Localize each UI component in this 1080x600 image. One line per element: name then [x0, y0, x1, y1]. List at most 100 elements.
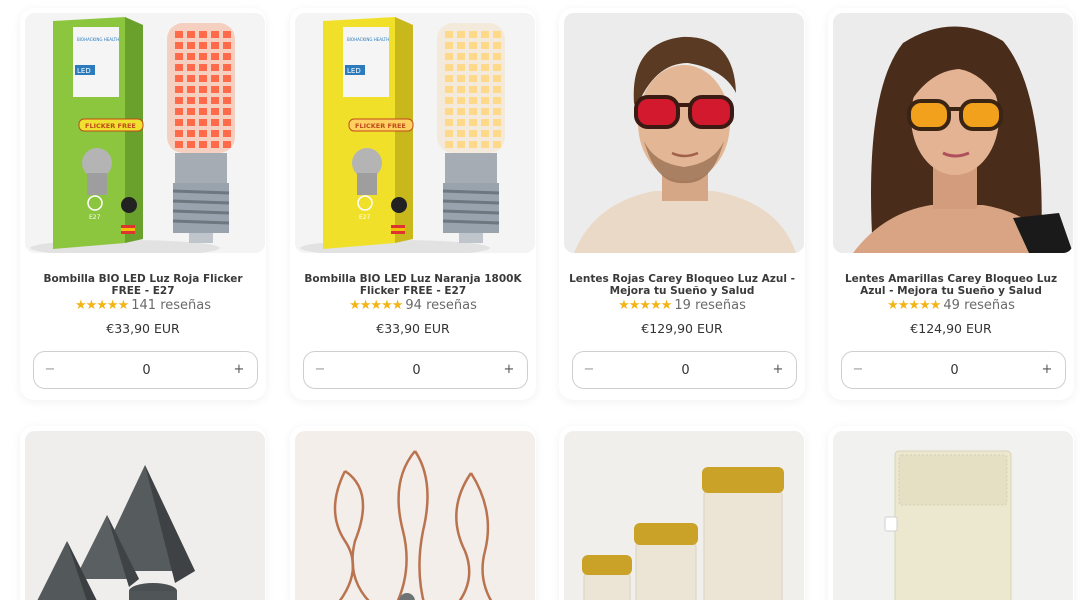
led-chip: [493, 97, 501, 104]
quantity-input[interactable]: [74, 358, 219, 382]
product-image-red-bulb[interactable]: LED BIOHACKING HEALTH FLICKER FREE E27: [25, 13, 265, 253]
led-chip: [445, 97, 453, 104]
led-chip: [211, 64, 219, 71]
increase-quantity-button[interactable]: +: [229, 362, 249, 377]
led-chip: [469, 53, 477, 60]
quantity-stepper[interactable]: − +: [841, 351, 1066, 389]
led-chip: [469, 42, 477, 49]
led-chip: [493, 75, 501, 82]
decrease-quantity-button[interactable]: −: [579, 362, 599, 377]
product-image-orange-bulb[interactable]: LED BIOHACKING HEALTH FLICKER FREE E27: [295, 13, 535, 253]
led-chip: [469, 64, 477, 71]
quantity-input[interactable]: [882, 358, 1027, 382]
product-title[interactable]: Lentes Amarillas Carey Bloqueo Luz Azul …: [838, 273, 1064, 297]
led-chip: [223, 141, 231, 148]
product-image-jars[interactable]: [564, 431, 804, 600]
led-chip: [199, 108, 207, 115]
led-chip: [175, 97, 183, 104]
led-chip: [469, 97, 477, 104]
led-chip: [481, 42, 489, 49]
led-chip: [457, 97, 465, 104]
increase-quantity-button[interactable]: +: [768, 362, 788, 377]
quantity-stepper[interactable]: − +: [303, 351, 528, 389]
led-chip: [481, 97, 489, 104]
led-chip: [223, 130, 231, 137]
product-title[interactable]: Bombilla BIO LED Luz Roja Flicker FREE -…: [30, 273, 256, 297]
led-chip: [175, 119, 183, 126]
product-card[interactable]: Lentes Rojas Carey Bloqueo Luz Azul - Me…: [559, 8, 805, 400]
led-chip: [469, 86, 477, 93]
led-chip: [481, 75, 489, 82]
led-chip: [457, 75, 465, 82]
product-card[interactable]: LED BIOHACKING HEALTH FLICKER FREE E27 B…: [290, 8, 536, 400]
decrease-quantity-button[interactable]: −: [310, 362, 330, 377]
quantity-input[interactable]: [344, 358, 489, 382]
led-chip: [199, 31, 207, 38]
box-flicker-text: FLICKER FREE: [85, 122, 136, 130]
led-chip: [457, 42, 465, 49]
led-chip: [445, 42, 453, 49]
led-chip: [175, 53, 183, 60]
product-image-cords[interactable]: [295, 431, 535, 600]
product-image-yellow-glasses-woman[interactable]: [833, 13, 1073, 253]
quantity-stepper[interactable]: − +: [33, 351, 258, 389]
decrease-quantity-button[interactable]: −: [40, 362, 60, 377]
product-title[interactable]: Bombilla BIO LED Luz Naranja 1800K Flick…: [300, 273, 526, 297]
product-card[interactable]: [828, 426, 1074, 600]
review-count[interactable]: 19 reseñas: [674, 298, 745, 313]
led-chip: [187, 130, 195, 137]
box-led-text: LED: [347, 67, 361, 75]
quantity-stepper[interactable]: − +: [572, 351, 797, 389]
led-chip: [493, 130, 501, 137]
led-chip: [199, 75, 207, 82]
led-chip: [223, 42, 231, 49]
product-card[interactable]: [20, 426, 266, 600]
rating-stars: ★★★★★: [618, 298, 672, 313]
increase-quantity-button[interactable]: +: [1037, 362, 1057, 377]
led-chip: [457, 119, 465, 126]
led-chip: [187, 75, 195, 82]
quantity-input[interactable]: [613, 358, 758, 382]
led-chip: [211, 97, 219, 104]
led-chip: [493, 86, 501, 93]
product-rating: ★★★★★ 19 reseñas: [559, 298, 805, 313]
product-card[interactable]: Lentes Amarillas Carey Bloqueo Luz Azul …: [828, 8, 1074, 400]
product-card[interactable]: [290, 426, 536, 600]
led-chip: [445, 31, 453, 38]
product-price: €129,90 EUR: [641, 321, 723, 336]
product-card[interactable]: LED BIOHACKING HEALTH FLICKER FREE E27 B…: [20, 8, 266, 400]
led-chip: [481, 64, 489, 71]
product-image-pouch[interactable]: [833, 431, 1073, 600]
led-chip: [457, 141, 465, 148]
product-card[interactable]: [559, 426, 805, 600]
led-chip: [223, 75, 231, 82]
led-chip: [223, 31, 231, 38]
review-count[interactable]: 94 reseñas: [405, 298, 476, 313]
review-count[interactable]: 49 reseñas: [943, 298, 1014, 313]
led-chip: [223, 86, 231, 93]
led-chip: [199, 64, 207, 71]
review-count[interactable]: 141 reseñas: [131, 298, 211, 313]
product-title[interactable]: Lentes Rojas Carey Bloqueo Luz Azul - Me…: [569, 273, 795, 297]
led-chip: [469, 31, 477, 38]
led-chip: [211, 108, 219, 115]
led-chip: [481, 31, 489, 38]
increase-quantity-button[interactable]: +: [499, 362, 519, 377]
led-chip: [175, 64, 183, 71]
led-chip: [457, 86, 465, 93]
decrease-quantity-button[interactable]: −: [848, 362, 868, 377]
box-brand-text: BIOHACKING HEALTH: [347, 37, 389, 42]
led-chip: [481, 141, 489, 148]
led-chip: [199, 130, 207, 137]
led-chip: [457, 53, 465, 60]
product-image-red-glasses-man[interactable]: [564, 13, 804, 253]
product-rating: ★★★★★ 141 reseñas: [20, 298, 266, 313]
led-chip: [199, 53, 207, 60]
led-chip: [175, 86, 183, 93]
product-image-pyramids[interactable]: [25, 431, 265, 600]
led-chip: [187, 64, 195, 71]
led-chip: [493, 42, 501, 49]
box-socket-text: E27: [359, 214, 371, 221]
led-chip: [199, 97, 207, 104]
product-rating: ★★★★★ 94 reseñas: [290, 298, 536, 313]
